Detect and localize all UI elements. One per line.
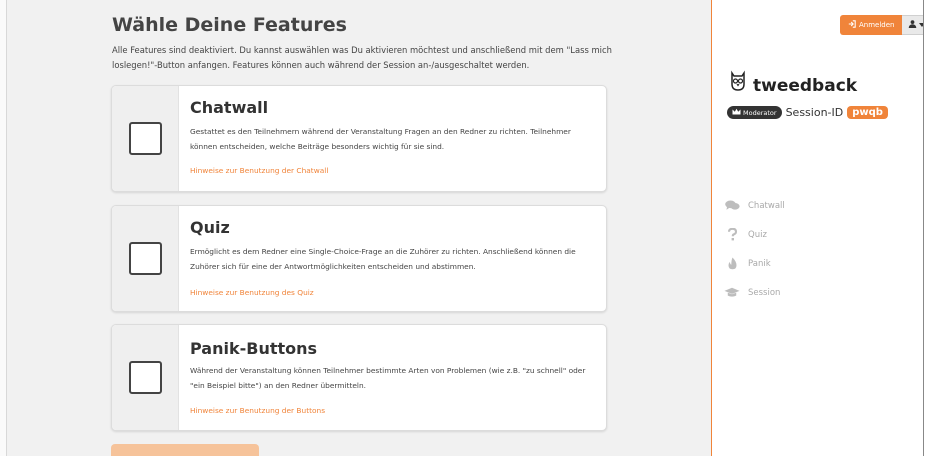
moderator-badge: Moderator [727, 106, 782, 119]
graduation-cap-icon [724, 287, 740, 298]
sidebar-item-label: Quiz [748, 229, 767, 240]
card-checkbox-area [112, 325, 179, 430]
right-edge-panel [923, 0, 933, 456]
sidebar-item-label: Panik [748, 258, 771, 269]
sidebar-item-session[interactable]: Session [724, 278, 785, 307]
card-title: Panik-Buttons [190, 339, 318, 358]
start-button[interactable] [111, 444, 259, 456]
session-info: Moderator Session-ID pwqb [727, 106, 888, 119]
panic-buttons-checkbox[interactable] [129, 361, 162, 394]
page-description: Alle Features sind deaktiviert. Du kanns… [112, 45, 612, 70]
session-id-label: Session-ID [785, 106, 844, 119]
login-button[interactable]: Anmelden [840, 15, 903, 35]
feature-card-chatwall: Chatwall Gestattet es den Teilnehmern wä… [111, 85, 607, 192]
sidebar-nav: Chatwall Quiz Panik Session [724, 191, 785, 307]
sidebar-item-label: Session [748, 287, 781, 298]
chatwall-checkbox[interactable] [129, 122, 162, 155]
card-title: Chatwall [190, 98, 269, 117]
sidebar-item-panik[interactable]: Panik [724, 249, 785, 278]
sign-in-icon [848, 20, 856, 30]
login-button-group: Anmelden [840, 15, 933, 35]
feature-selection-panel: Wähle Deine Features Alle Features sind … [7, 0, 711, 456]
quiz-help-link[interactable]: Hinweise zur Benutzung des Quiz [190, 288, 314, 297]
left-edge-panel [0, 0, 7, 456]
brand-logo: tweedback [728, 70, 857, 96]
chatwall-help-link[interactable]: Hinweise zur Benutzung der Chatwall [190, 166, 328, 175]
session-id-value: pwqb [847, 106, 888, 119]
owl-logo-icon [728, 70, 748, 96]
brand-name: tweedback [753, 76, 858, 96]
fire-icon [724, 257, 740, 270]
card-description: Ermöglicht es dem Redner eine Single-Cho… [190, 247, 576, 271]
moderator-label: Moderator [743, 108, 777, 117]
card-description: Gestattet es den Teilnehmern während der… [190, 127, 571, 151]
comments-icon [724, 200, 740, 211]
sidebar-item-chatwall[interactable]: Chatwall [724, 191, 785, 220]
sidebar-item-label: Chatwall [748, 200, 785, 211]
card-description: Während der Veranstaltung können Teilneh… [190, 366, 586, 390]
question-icon [724, 228, 740, 241]
user-icon [908, 20, 917, 30]
sidebar-item-quiz[interactable]: Quiz [724, 220, 785, 249]
crown-icon [732, 108, 741, 117]
sidebar: Anmelden tweedback Moderator Session-ID … [711, 0, 933, 456]
card-checkbox-area [112, 86, 179, 191]
card-title: Quiz [190, 218, 230, 237]
feature-card-quiz: Quiz Ermöglicht es dem Redner eine Singl… [111, 205, 607, 312]
panic-buttons-help-link[interactable]: Hinweise zur Benutzung der Buttons [190, 406, 325, 415]
card-checkbox-area [112, 206, 179, 311]
feature-card-panic-buttons: Panik-Buttons Während der Veranstaltung … [111, 324, 607, 431]
app-window: Wähle Deine Features Alle Features sind … [0, 0, 933, 456]
login-label: Anmelden [859, 21, 895, 29]
quiz-checkbox[interactable] [129, 242, 162, 275]
page-title: Wähle Deine Features [112, 14, 347, 36]
